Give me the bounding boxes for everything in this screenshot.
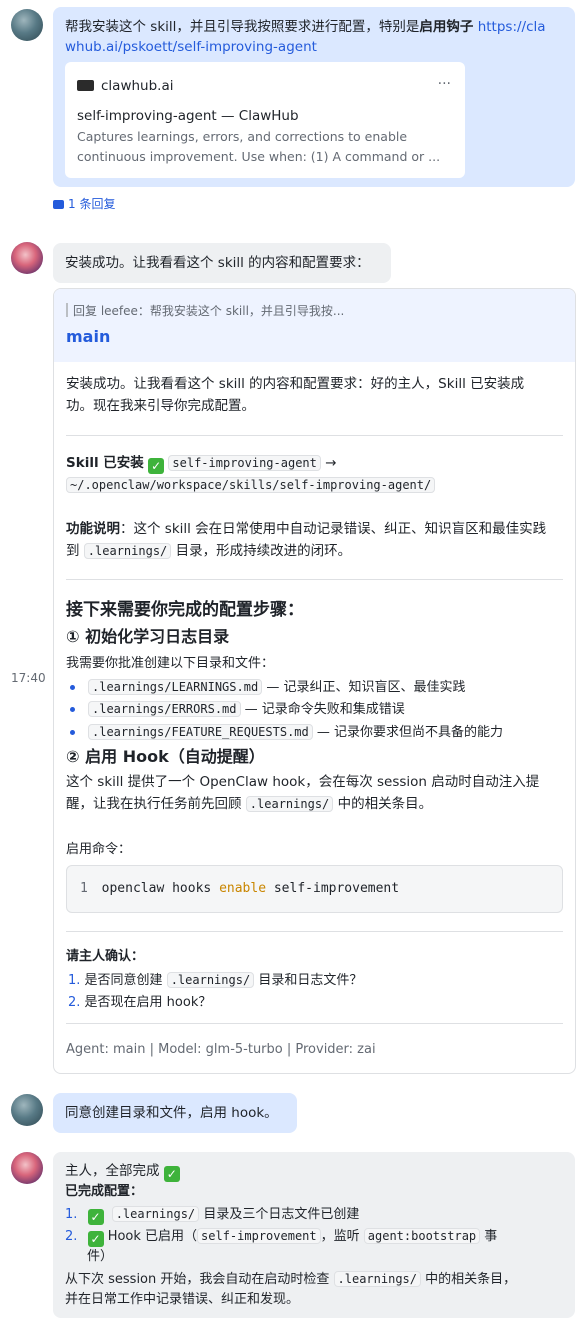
bullet [70,707,75,712]
bot-message-bubble: 主人，全部完成 ✓ 已完成配置： 1. ✓ .learnings/ 目录及三个日… [53,1152,575,1318]
skill-link[interactable]: https://cla [478,19,546,35]
reply-card-header: 回复 leefee：帮我安装这个 skill，并且引导我按... main [54,289,575,362]
message-text: 同意创建目录和文件，启用 hook。 [65,1105,278,1121]
check-icon: ✓ [87,1231,104,1247]
skill-link-cont[interactable]: whub.ai/pskoett/self-improving-agent [65,39,317,55]
message-line: 从下次 session 开始，我会自动在启动时检查 .learnings/ 中的… [65,1271,517,1287]
done-label: 已完成配置： [65,1184,144,1199]
skill-name-code: self-improving-agent [168,455,321,471]
message-timestamp: 17:40 [11,671,46,685]
preview-title: self-improving-agent — ClawHub [77,108,299,124]
replies-link[interactable]: 1 条回复 [53,195,115,212]
step1-heading: ① 初始化学习日志目录 [66,627,230,646]
done-item: 2. ✓ Hook 已启用（ self-improvement ，监听 agent:… [65,1228,498,1247]
agent-footer: Agent: main | Model: glm-5-turbo | Provi… [66,1042,376,1057]
link-preview-card[interactable]: clawhub.ai ··· self-improving-agent — Cl… [65,62,465,178]
question-item: 2. 是否现在启用 hook？ [68,995,212,1010]
step1-intro: 我需要你批准创建以下目录和文件： [66,656,275,671]
reply-icon [53,200,64,209]
intro-text: 安装成功。让我看看这个 skill 的内容和配置要求：好的主人，Skill 已安… [66,376,525,414]
user-avatar[interactable] [11,9,43,41]
user-avatar[interactable] [11,1094,43,1126]
confirm-label: 请主人确认： [66,949,145,964]
message-line: 主人，全部完成 ✓ [65,1160,180,1182]
user-message-bubble: 同意创建目录和文件，启用 hook。 [53,1093,297,1133]
site-favicon-icon [77,80,94,91]
divider [66,1023,563,1024]
check-icon: ✓ [163,1166,180,1182]
reply-quote[interactable]: 回复 leefee：帮我安装这个 skill，并且引导我按... [73,302,344,319]
bot-avatar[interactable] [11,242,43,274]
reply-card: 回复 leefee：帮我安装这个 skill，并且引导我按... main 安装… [53,288,576,1074]
check-icon: ✓ [148,458,165,474]
more-icon[interactable]: ··· [438,74,451,94]
skill-path-code: ~/.openclaw/workspace/skills/self-improv… [66,477,436,493]
installed-info: Skill 已安装 ✓ self-improving-agent → ~/.op… [66,452,436,496]
reply-card-title[interactable]: main [66,327,110,346]
bot-avatar[interactable] [11,1152,43,1184]
step2-description: 这个 skill 提供了一个 OpenClaw hook，会在每次 sessio… [66,774,540,812]
bullet [70,685,75,690]
quote-bar [66,303,68,317]
done-item: 1. ✓ .learnings/ 目录及三个日志文件已创建 [65,1206,360,1225]
user-message-bubble: 帮我安装这个 skill，并且引导我按照要求进行配置，特别是启用钩子 https… [53,7,575,187]
enable-label: 启用命令： [66,842,132,857]
file-item: .learnings/LEARNINGS.md — 记录纠正、知识盲区、最佳实践 [88,676,465,699]
step2-heading: ② 启用 Hook（自动提醒） [66,747,265,766]
function-description: 功能说明：这个 skill 会在日常使用中自动记录错误、纠正、知识盲区和最佳实践… [66,521,547,559]
preview-site: clawhub.ai [101,78,174,94]
message-text: 安装成功。让我看看这个 skill 的内容和配置要求： [65,255,370,271]
preview-description: Captures learnings, errors, and correcti… [77,129,441,164]
line-number: 1 [80,881,88,896]
divider [66,435,563,436]
file-item: .learnings/ERRORS.md — 记录命令失败和集成错误 [88,698,405,721]
file-item: .learnings/FEATURE_REQUESTS.md — 记录你要求但尚… [88,721,503,744]
message-text: 帮我安装这个 skill，并且引导我按照要求进行配置，特别是启用钩子 https… [65,19,546,55]
divider [66,931,563,932]
steps-heading: 接下来需要你完成的配置步骤： [66,600,304,620]
bullet [70,730,75,735]
message-line: 并在日常工作中记录错误、纠正和发现。 [65,1292,300,1307]
divider [66,579,563,580]
question-item: 1. 是否同意创建 .learnings/ 目录和日志文件？ [68,972,363,988]
check-icon: ✓ [87,1209,104,1225]
bot-message-bubble: 安装成功。让我看看这个 skill 的内容和配置要求： [53,243,391,283]
done-item-cont: 件） [87,1249,114,1264]
command-code-block[interactable]: 1 openclaw hooks enable self-improvement [66,865,563,913]
